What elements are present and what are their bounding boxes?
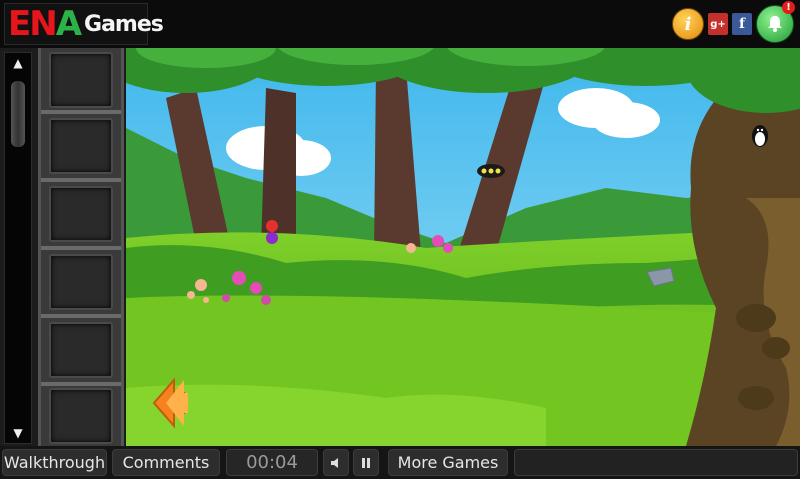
bell-icon[interactable]: ! [756, 1, 795, 43]
logo-games-text: Games [84, 11, 164, 37]
glowing-eyes [481, 168, 501, 174]
bark-knot [736, 304, 776, 332]
bark-knot [738, 386, 774, 410]
ena-games-logo[interactable]: ENA Games [4, 3, 164, 45]
speaker-icon [331, 457, 338, 468]
slot-divider [41, 110, 121, 114]
google-plus-icon[interactable]: g+ [708, 13, 728, 35]
inventory-slots [38, 48, 124, 446]
inventory-slot-1[interactable] [49, 52, 113, 108]
inventory-slot-3[interactable] [49, 186, 113, 242]
scroll-up-button[interactable]: ▲ [5, 53, 31, 73]
more-games-button[interactable]: More Games [388, 449, 508, 476]
forest-scene-art [126, 48, 800, 446]
slot-divider [41, 382, 121, 386]
info-icon[interactable]: i [672, 8, 704, 40]
pause-button[interactable] [353, 449, 379, 476]
penguin-figure[interactable] [752, 125, 768, 147]
slot-divider [41, 178, 121, 182]
walkthrough-button[interactable]: Walkthrough [2, 449, 107, 476]
top-bar: ENA Games i g+ f ! [0, 0, 800, 48]
bark-knot [762, 337, 790, 359]
bottom-toolbar: Walkthrough Comments 00:04 More Games [0, 446, 800, 479]
inventory-scrollbar[interactable]: ▲ ▼ [4, 52, 32, 444]
scroll-thumb[interactable] [11, 81, 25, 147]
pause-icon [362, 457, 370, 468]
notification-badge: ! [782, 1, 795, 14]
top-icons: i g+ f ! [672, 1, 795, 43]
facebook-icon[interactable]: f [732, 13, 752, 35]
inventory-slot-4[interactable] [49, 254, 113, 310]
inventory-panel: ▲ ▼ [0, 48, 126, 446]
sound-toggle[interactable] [323, 449, 349, 476]
slot-divider [41, 314, 121, 318]
game-scene[interactable] [126, 48, 800, 446]
scroll-down-button[interactable]: ▼ [5, 423, 31, 443]
bell-glyph [768, 16, 782, 32]
game-timer: 00:04 [226, 449, 318, 476]
inventory-slot-6[interactable] [49, 388, 113, 444]
slot-divider [41, 246, 121, 250]
ad-space [514, 449, 798, 476]
inventory-slot-2[interactable] [49, 118, 113, 174]
comments-button[interactable]: Comments [112, 449, 220, 476]
logo-ena-text: ENA [8, 4, 82, 44]
inventory-slot-5[interactable] [49, 322, 113, 378]
